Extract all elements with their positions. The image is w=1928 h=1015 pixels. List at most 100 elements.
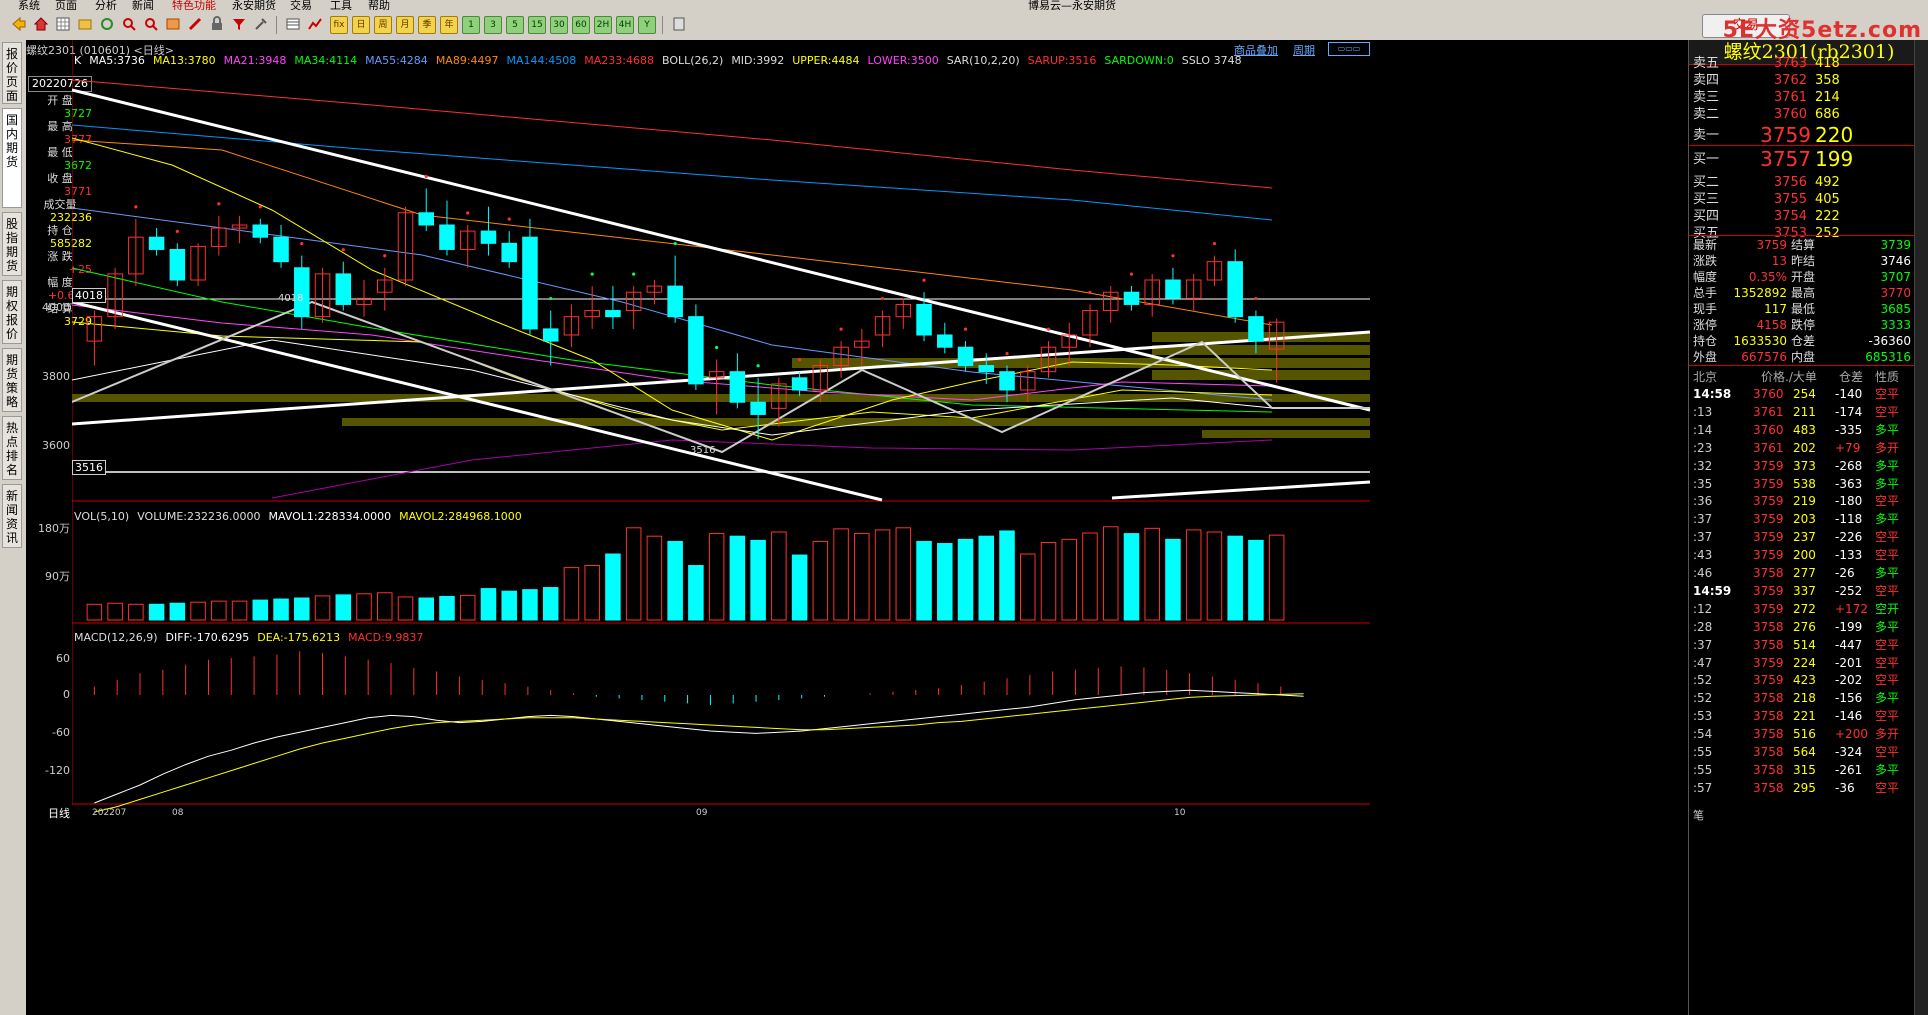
sar-dot: [549, 296, 553, 301]
sar-dot: [1212, 241, 1217, 246]
candle-body: [418, 212, 435, 226]
period-month-button[interactable]: 月: [396, 16, 414, 34]
period-week-button[interactable]: 周: [374, 16, 392, 34]
volume-bar: [854, 533, 870, 621]
price-band: [1202, 430, 1370, 438]
toolbar: fix 日 周 月 季 年 1 3 5 15 30 60 2H 4H Y 交易 …: [0, 10, 1928, 43]
volume-bar: [771, 531, 787, 621]
candle-body: [957, 346, 974, 367]
candle-body: [1165, 279, 1181, 299]
sar-dot: [383, 254, 387, 258]
low-annotation: 3516: [690, 445, 716, 456]
volume-bar: [107, 602, 123, 621]
x-tick: 09: [696, 808, 708, 818]
period-year-button[interactable]: 年: [440, 16, 458, 34]
sar-dot: [632, 272, 636, 276]
menu-item-features[interactable]: 特色功能: [172, 0, 216, 10]
tick-time: :57: [1693, 780, 1713, 795]
candle-body: [916, 303, 932, 336]
volume-bar: [688, 565, 704, 621]
volume-indicator-label: MAVOL2:284968.1000: [399, 510, 522, 523]
volume-bar: [1082, 532, 1098, 621]
candle-body: [1248, 316, 1264, 342]
bid-row[interactable]: 买一 3757 199: [1689, 149, 1928, 169]
period-2h-button[interactable]: 2H: [594, 16, 612, 34]
window-title: 博易云—永安期货: [1028, 0, 1116, 10]
tab-options-label: 期权报价: [5, 285, 18, 341]
volume-bar: [874, 529, 891, 621]
zoom-in-icon[interactable]: [120, 16, 138, 34]
tick-scrollbar[interactable]: [1914, 40, 1928, 1015]
filter-icon[interactable]: [230, 16, 248, 34]
tab-news[interactable]: 新闻资讯: [2, 484, 22, 548]
tab-index-futures[interactable]: 股指期货: [2, 212, 22, 276]
line-chart-icon[interactable]: [306, 16, 324, 34]
tab-hot-rank[interactable]: 热点排名: [2, 416, 22, 480]
volume-bar: [190, 601, 206, 621]
period-season-button[interactable]: 季: [418, 16, 436, 34]
period-1min-button[interactable]: 1: [462, 16, 480, 34]
kline-chart-svg[interactable]: [72, 40, 1416, 1015]
candle-body: [605, 310, 621, 318]
tab-options[interactable]: 期权报价: [2, 280, 22, 344]
tick-row[interactable]: :57 3758 295 -36 空平: [1689, 777, 1928, 799]
volume-bar: [563, 567, 580, 621]
chart-area[interactable]: 螺纹2301 (010601) <日线> 商品叠加 周期 ▭▭▭ K MA5:37…: [26, 40, 1688, 1015]
volume-bar: [252, 599, 269, 621]
volume-bar: [957, 538, 974, 621]
back-arrow-icon[interactable]: [10, 16, 28, 34]
period-5min-button[interactable]: 5: [506, 16, 524, 34]
tick-volume: 295: [1793, 780, 1816, 795]
period-15min-button[interactable]: 15: [528, 16, 546, 34]
period-day-button[interactable]: 日: [352, 16, 370, 34]
tab-quotes[interactable]: 报价页面: [2, 42, 22, 104]
volume-bar: [148, 603, 165, 621]
table-icon[interactable]: [284, 16, 302, 34]
volume-bar: [1061, 538, 1078, 621]
lock-icon[interactable]: [208, 16, 226, 34]
zoom-out-icon[interactable]: [142, 16, 160, 34]
menu-item-page[interactable]: 页面: [55, 0, 77, 10]
period-y-button[interactable]: Y: [638, 16, 656, 34]
menu-item-yongan[interactable]: 永安期货: [232, 0, 276, 10]
menu-item-help[interactable]: 帮助: [368, 0, 390, 10]
period-30min-button[interactable]: 30: [550, 16, 568, 34]
color-icon[interactable]: [164, 16, 182, 34]
volume-bar: [1206, 531, 1223, 621]
volume-bar: [397, 596, 414, 621]
trend-line: [72, 88, 1371, 412]
menu-item-news[interactable]: 新闻: [132, 0, 154, 10]
macd-tick: 0: [63, 688, 70, 701]
volume-bar: [1040, 541, 1057, 621]
tools-icon[interactable]: [252, 16, 270, 34]
volume-bar: [584, 565, 600, 621]
menu-item-system[interactable]: 系统: [18, 0, 40, 10]
menu-item-analysis[interactable]: 分析: [95, 0, 117, 10]
menu-item-trade[interactable]: 交易: [290, 0, 312, 10]
period-60min-button[interactable]: 60: [572, 16, 590, 34]
home-icon[interactable]: [32, 16, 50, 34]
fix-badge[interactable]: fix: [330, 16, 348, 34]
candle-body: [501, 242, 517, 263]
book-volume: 220: [1815, 123, 1854, 147]
x-tick: 202207: [92, 808, 127, 818]
tab-quotes-label: 报价页面: [5, 47, 18, 103]
volume-bar: [1165, 538, 1181, 621]
book-volume: 686: [1815, 107, 1840, 122]
sar-dot: [466, 211, 470, 215]
pen-icon[interactable]: [186, 16, 204, 34]
volume-bar: [812, 540, 829, 621]
volume-bar: [459, 594, 476, 621]
tab-strategy[interactable]: 期货策略: [2, 348, 22, 412]
ask-row[interactable]: 卖一 3759 220: [1689, 123, 1928, 147]
period-4h-button[interactable]: 4H: [616, 16, 634, 34]
period-3min-button[interactable]: 3: [484, 16, 502, 34]
refresh-icon[interactable]: [98, 16, 116, 34]
grid-icon[interactable]: [54, 16, 72, 34]
folder-icon[interactable]: [76, 16, 94, 34]
calculator-icon[interactable]: [670, 16, 688, 34]
menu-item-tools[interactable]: 工具: [330, 0, 352, 10]
macd-tick: -120: [45, 764, 70, 777]
ask-row[interactable]: 卖二 3760 686: [1689, 105, 1928, 124]
tab-domestic-futures[interactable]: 国内期货: [2, 108, 22, 208]
